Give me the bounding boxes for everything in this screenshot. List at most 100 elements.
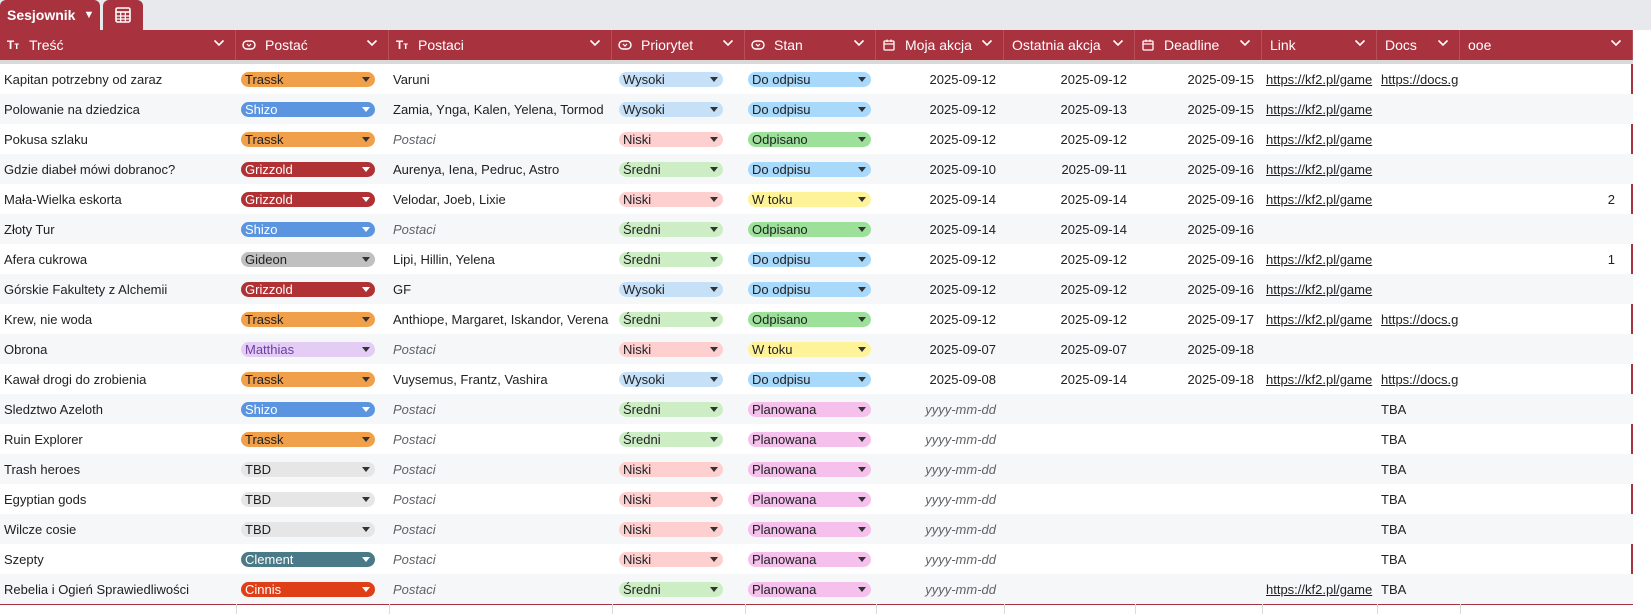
link-link[interactable]: https://kf2.pl/game bbox=[1266, 102, 1372, 117]
dropdown-arrow-icon[interactable] bbox=[710, 496, 718, 502]
cell-postac[interactable]: Trassk bbox=[236, 424, 389, 454]
cell-ooe[interactable] bbox=[1460, 574, 1633, 604]
dropdown-arrow-icon[interactable] bbox=[858, 406, 866, 412]
dropdown-arrow-icon[interactable] bbox=[362, 556, 370, 562]
cell-ostatnia[interactable]: 2025-09-12 bbox=[1004, 124, 1135, 154]
cell-deadline[interactable]: 2025-09-16 bbox=[1135, 274, 1262, 304]
column-header-ooe[interactable]: ooe bbox=[1460, 30, 1633, 60]
priorytet-chip[interactable]: Wysoki bbox=[619, 101, 723, 117]
dropdown-arrow-icon[interactable] bbox=[362, 496, 370, 502]
cell-ostatnia[interactable]: 2025-09-14 bbox=[1004, 184, 1135, 214]
stan-chip[interactable]: Do odpisu bbox=[748, 101, 871, 117]
column-header-postac[interactable]: Postać bbox=[236, 30, 389, 60]
cell-tresc[interactable]: Pokusa szlaku bbox=[0, 124, 236, 154]
cell-moja[interactable]: 2025-09-10 bbox=[876, 154, 1004, 184]
cell-postac[interactable]: Grizzold bbox=[236, 154, 389, 184]
dropdown-arrow-icon[interactable] bbox=[710, 76, 718, 82]
cell-postaci[interactable]: Vuysemus, Frantz, Vashira bbox=[389, 364, 612, 394]
dropdown-arrow-icon[interactable] bbox=[362, 316, 370, 322]
cell-ostatnia[interactable] bbox=[1004, 394, 1135, 424]
chevron-down-icon[interactable] bbox=[853, 38, 865, 50]
cell-tresc[interactable]: Złoty Tur bbox=[0, 214, 236, 244]
cell-ooe[interactable] bbox=[1460, 514, 1633, 544]
postac-chip[interactable]: Gideon bbox=[241, 251, 375, 267]
cell-docs[interactable]: https://docs.g bbox=[1377, 364, 1460, 394]
cell-tresc[interactable]: Afera cukrowa bbox=[0, 244, 236, 274]
cell-docs[interactable] bbox=[1377, 214, 1460, 244]
cell-deadline[interactable]: 2025-09-15 bbox=[1135, 94, 1262, 124]
dropdown-arrow-icon[interactable] bbox=[858, 436, 866, 442]
cell-postac[interactable]: TBD bbox=[236, 454, 389, 484]
dropdown-arrow-icon[interactable] bbox=[858, 556, 866, 562]
cell-ostatnia[interactable]: 2025-09-12 bbox=[1004, 64, 1135, 94]
cell-ostatnia[interactable] bbox=[1004, 484, 1135, 514]
column-header-postaci[interactable]: Tт Postaci bbox=[389, 30, 612, 60]
cell-moja[interactable]: 2025-09-12 bbox=[876, 64, 1004, 94]
cell-ostatnia[interactable] bbox=[1004, 454, 1135, 484]
cell-priorytet[interactable]: Niski bbox=[612, 484, 745, 514]
dropdown-arrow-icon[interactable] bbox=[362, 106, 370, 112]
priorytet-chip[interactable]: Średni bbox=[619, 311, 723, 327]
cell-tresc[interactable]: Ruin Explorer bbox=[0, 424, 236, 454]
cell-postac[interactable]: Shizo bbox=[236, 214, 389, 244]
priorytet-chip[interactable]: Średni bbox=[619, 401, 723, 417]
cell-ostatnia[interactable] bbox=[1004, 424, 1135, 454]
cell-priorytet[interactable]: Średni bbox=[612, 244, 745, 274]
stan-chip[interactable]: Odpisano bbox=[748, 311, 871, 327]
cell-link[interactable] bbox=[1262, 484, 1377, 514]
cell-moja[interactable]: 2025-09-07 bbox=[876, 334, 1004, 364]
cell-postaci[interactable]: Postaci bbox=[389, 544, 612, 574]
cell-ooe[interactable] bbox=[1460, 544, 1633, 574]
cell-moja[interactable]: 2025-09-12 bbox=[876, 124, 1004, 154]
cell-priorytet[interactable]: Wysoki bbox=[612, 364, 745, 394]
dropdown-arrow-icon[interactable] bbox=[362, 436, 370, 442]
column-header-moja[interactable]: Moja akcja bbox=[876, 30, 1004, 60]
cell-postaci[interactable]: Zamia, Ynga, Kalen, Yelena, Tormod bbox=[389, 94, 612, 124]
cell-stan[interactable]: Do odpisu bbox=[745, 244, 876, 274]
cell-stan[interactable]: Planowana bbox=[745, 574, 876, 604]
column-header-stan[interactable]: Stan bbox=[745, 30, 876, 60]
stan-chip[interactable]: Planowana bbox=[748, 401, 871, 417]
dropdown-arrow-icon[interactable] bbox=[858, 346, 866, 352]
chevron-down-icon[interactable] bbox=[366, 38, 378, 50]
cell-ostatnia[interactable] bbox=[1004, 544, 1135, 574]
postac-chip[interactable]: TBD bbox=[241, 521, 375, 537]
dropdown-arrow-icon[interactable] bbox=[858, 196, 866, 202]
stan-chip[interactable]: Do odpisu bbox=[748, 281, 871, 297]
cell-ostatnia[interactable] bbox=[1004, 574, 1135, 604]
cell-ooe[interactable] bbox=[1460, 214, 1633, 244]
cell-deadline[interactable] bbox=[1135, 544, 1262, 574]
dropdown-arrow-icon[interactable] bbox=[710, 376, 718, 382]
cell-tresc[interactable]: Mała-Wielka eskorta bbox=[0, 184, 236, 214]
cell-moja[interactable]: yyyy-mm-dd bbox=[876, 394, 1004, 424]
priorytet-chip[interactable]: Średni bbox=[619, 251, 723, 267]
link-link[interactable]: https://kf2.pl/game bbox=[1266, 312, 1372, 327]
cell-deadline[interactable]: 2025-09-18 bbox=[1135, 334, 1262, 364]
cell-ooe[interactable]: 1 bbox=[1460, 244, 1633, 274]
chevron-down-icon[interactable] bbox=[1239, 38, 1251, 50]
chevron-down-icon[interactable] bbox=[1112, 38, 1124, 50]
postac-chip[interactable]: Shizo bbox=[241, 221, 375, 237]
cell-tresc[interactable]: Kawał drogi do zrobienia bbox=[0, 364, 236, 394]
cell-deadline[interactable]: 2025-09-16 bbox=[1135, 244, 1262, 274]
cell-postaci[interactable]: Postaci bbox=[389, 124, 612, 154]
cell-postaci[interactable]: Postaci bbox=[389, 514, 612, 544]
cell-stan[interactable]: Do odpisu bbox=[745, 364, 876, 394]
cell-link[interactable]: https://kf2.pl/game bbox=[1262, 244, 1377, 274]
column-header-link[interactable]: Link bbox=[1262, 30, 1377, 60]
postac-chip[interactable]: Shizo bbox=[241, 401, 375, 417]
cell-moja[interactable]: yyyy-mm-dd bbox=[876, 484, 1004, 514]
cell-ooe[interactable] bbox=[1460, 334, 1633, 364]
cell-priorytet[interactable]: Niski bbox=[612, 514, 745, 544]
cell-link[interactable]: https://kf2.pl/game bbox=[1262, 94, 1377, 124]
cell-moja[interactable]: 2025-09-12 bbox=[876, 274, 1004, 304]
chevron-down-icon[interactable] bbox=[722, 38, 734, 50]
stan-chip[interactable]: Do odpisu bbox=[748, 71, 871, 87]
cell-ostatnia[interactable]: 2025-09-13 bbox=[1004, 94, 1135, 124]
dropdown-arrow-icon[interactable] bbox=[362, 346, 370, 352]
cell-docs[interactable] bbox=[1377, 244, 1460, 274]
cell-link[interactable] bbox=[1262, 424, 1377, 454]
cell-postaci[interactable]: Postaci bbox=[389, 394, 612, 424]
cell-tresc[interactable]: Rebelia i Ogień Sprawiedliwości bbox=[0, 574, 236, 604]
cell-stan[interactable]: Do odpisu bbox=[745, 154, 876, 184]
